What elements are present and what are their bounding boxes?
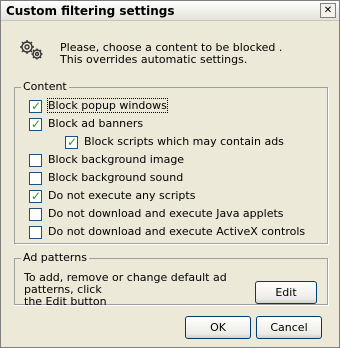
checkbox-box[interactable]: ✓ <box>65 135 78 149</box>
checkbox-box[interactable]: ✓ <box>29 117 42 131</box>
ad-patterns-line-2: the Edit button <box>24 295 107 308</box>
close-icon: ✕ <box>323 5 333 16</box>
checkmark-icon: ✓ <box>31 117 42 131</box>
cancel-button[interactable]: Cancel <box>256 316 322 339</box>
no-scripts-label: Do not execute any scripts <box>48 189 196 202</box>
intro-text: Please, choose a content to be blocked .… <box>60 42 282 66</box>
checkmark-icon: ✓ <box>67 135 78 149</box>
ad-patterns-description: To add, remove or change default ad patt… <box>24 272 264 308</box>
intro-line-2: This overrides automatic settings. <box>60 53 248 66</box>
block-background-sound-label: Block background sound <box>48 171 184 184</box>
checkmark-icon: ✓ <box>31 99 42 113</box>
window-title: Custom filtering settings <box>6 4 175 18</box>
checkbox-box[interactable] <box>29 226 42 239</box>
block-scripts-ads-label: Block scripts which may contain ads <box>84 135 284 148</box>
checkbox-box[interactable] <box>29 154 42 167</box>
block-popup-label: Block popup windows <box>47 98 168 113</box>
edit-button[interactable]: Edit <box>255 281 317 304</box>
ad-patterns-group: Ad patterns To add, remove or change def… <box>14 251 328 308</box>
gears-icon <box>20 40 43 60</box>
ok-button[interactable]: OK <box>185 316 251 339</box>
content-group: Content ✓ Block popup windows ✓ Block ad… <box>14 80 328 244</box>
dialog-window: Custom filtering settings ✕ Please, choo… <box>0 0 340 348</box>
ad-patterns-legend: Ad patterns <box>21 251 89 264</box>
title-bar[interactable]: Custom filtering settings ✕ <box>1 1 339 21</box>
checkbox-box[interactable] <box>29 208 42 221</box>
checkbox-box[interactable]: ✓ <box>29 189 42 203</box>
content-legend: Content <box>21 80 69 93</box>
close-button[interactable]: ✕ <box>320 3 336 18</box>
block-background-image-label: Block background image <box>48 153 185 166</box>
checkbox-box[interactable]: ✓ <box>29 99 42 113</box>
ad-patterns-line-1: To add, remove or change default ad patt… <box>24 271 227 296</box>
block-ad-banners-label: Block ad banners <box>48 117 144 130</box>
no-java-label: Do not download and execute Java applets <box>48 207 284 220</box>
checkbox-box[interactable] <box>29 172 42 185</box>
checkmark-icon: ✓ <box>31 189 42 203</box>
no-activex-label: Do not download and execute ActiveX cont… <box>48 225 306 238</box>
